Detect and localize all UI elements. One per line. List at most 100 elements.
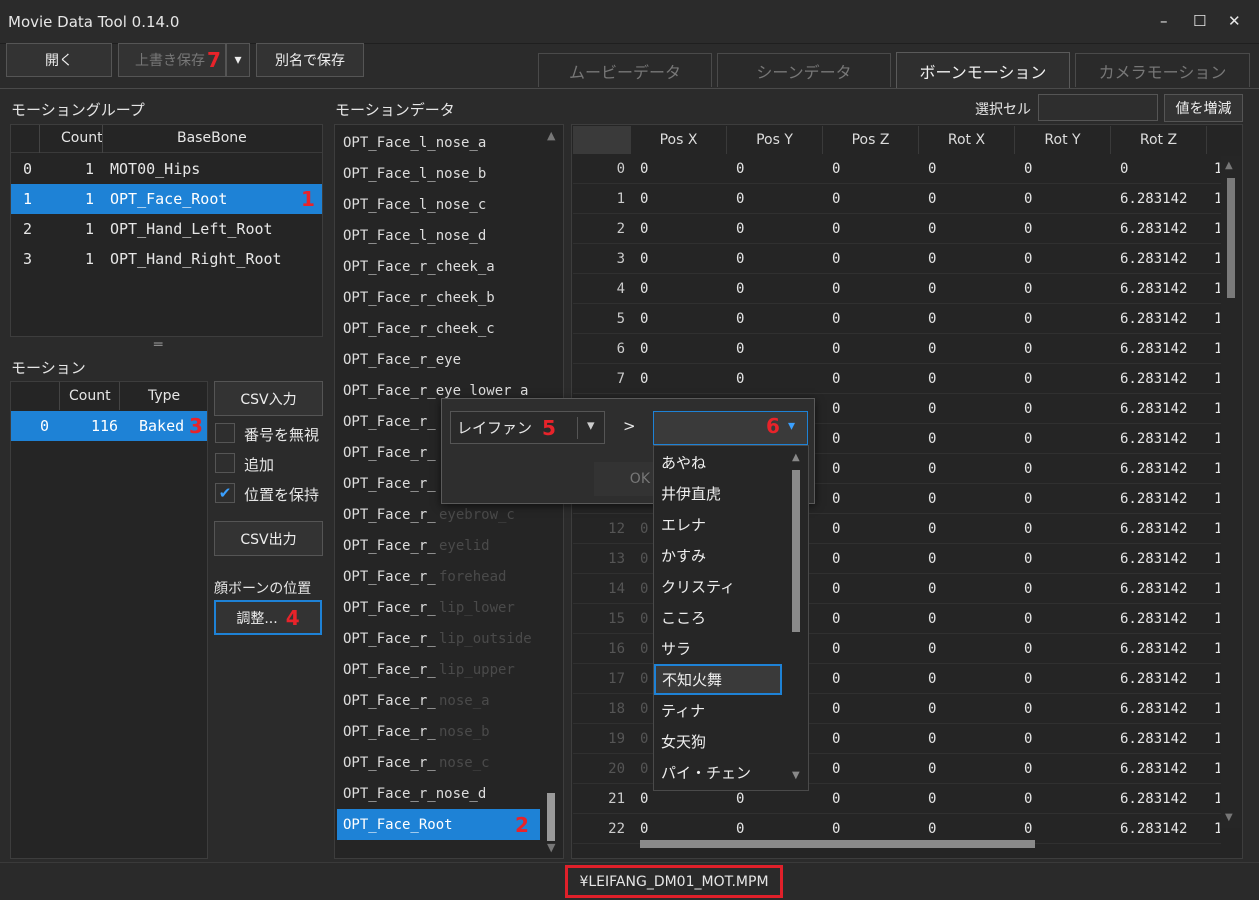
- grid-cell[interactable]: 0: [1024, 754, 1032, 784]
- scroll-up-icon[interactable]: ▲: [547, 129, 555, 142]
- grid-cell[interactable]: 0: [640, 604, 648, 634]
- grid-cell[interactable]: 0: [928, 784, 936, 814]
- dropdown-item[interactable]: ティナ: [655, 695, 791, 726]
- overwrite-save-button[interactable]: 上書き保存 7: [118, 43, 226, 77]
- grid-cell[interactable]: 0: [640, 514, 648, 544]
- grid-cell[interactable]: 0: [832, 514, 840, 544]
- target-character-select[interactable]: 6 ▾: [653, 411, 808, 445]
- grid-cell[interactable]: 0: [928, 634, 936, 664]
- grid-cell[interactable]: 0: [928, 334, 936, 364]
- grid-cell[interactable]: 1: [1214, 544, 1220, 574]
- grid-cell[interactable]: 0: [928, 754, 936, 784]
- grid-cell[interactable]: 0: [832, 214, 840, 244]
- grid-cell[interactable]: 0: [928, 184, 936, 214]
- grid-cell[interactable]: 1: [1214, 484, 1220, 514]
- tab-bone-motion[interactable]: ボーンモーション: [896, 52, 1070, 88]
- dropdown-item[interactable]: 井伊直虎: [655, 478, 791, 509]
- grid-cell[interactable]: 6.283142: [1120, 424, 1187, 454]
- grid-cell[interactable]: 0: [640, 784, 648, 814]
- table-row[interactable]: 21 0 0 0 0 0 6.283142 1: [0, 784, 1221, 814]
- column-header[interactable]: Rot Y: [1015, 126, 1111, 154]
- grid-cell[interactable]: 0: [832, 364, 840, 394]
- grid-cell[interactable]: 0: [832, 724, 840, 754]
- grid-cell[interactable]: 0: [928, 424, 936, 454]
- dropdown-item[interactable]: 女天狗: [655, 726, 791, 757]
- grid-cell[interactable]: 1: [1214, 454, 1220, 484]
- grid-cell[interactable]: 1: [1214, 724, 1220, 754]
- grid-cell[interactable]: 1: [1214, 394, 1220, 424]
- grid-cell[interactable]: 6.283142: [1120, 604, 1187, 634]
- grid-cell[interactable]: 1: [1214, 334, 1220, 364]
- grid-cell[interactable]: 0: [640, 724, 648, 754]
- grid-cell[interactable]: 6.283142: [1120, 694, 1187, 724]
- grid-cell[interactable]: 6.283142: [1120, 634, 1187, 664]
- grid-cell[interactable]: 0: [928, 454, 936, 484]
- table-row[interactable]: 2000006.2831421: [0, 754, 1221, 784]
- grid-cell[interactable]: 6.283142: [1120, 304, 1187, 334]
- grid-cell[interactable]: 0: [1120, 154, 1128, 184]
- dropdown-item[interactable]: パイ・チェン: [655, 757, 791, 788]
- source-character-select[interactable]: レイファン 5 ▾: [450, 411, 605, 444]
- grid-cell[interactable]: 0: [640, 664, 648, 694]
- grid-cell[interactable]: 6.283142: [1120, 244, 1187, 274]
- grid-cell[interactable]: 0: [832, 694, 840, 724]
- grid-cell[interactable]: 1: [1214, 364, 1220, 394]
- table-row[interactable]: 6 0 0 0 0 0 6.283142 1: [0, 334, 1221, 364]
- grid-cell[interactable]: 0: [1024, 184, 1032, 214]
- grid-cell[interactable]: 6.283142: [1120, 544, 1187, 574]
- grid-cell[interactable]: 0: [1024, 424, 1032, 454]
- save-dropdown-icon[interactable]: ▾: [226, 43, 250, 77]
- grid-cell[interactable]: 1: [1214, 274, 1220, 304]
- grid-cell[interactable]: 0: [640, 754, 648, 784]
- scroll-down-icon[interactable]: ▼: [792, 770, 800, 781]
- grid-cell[interactable]: 1: [1214, 214, 1220, 244]
- grid-cell[interactable]: 0: [640, 694, 648, 724]
- grid-cell[interactable]: 6.283142: [1120, 184, 1187, 214]
- select-cell-input[interactable]: [1038, 94, 1158, 121]
- grid-cell[interactable]: 1: [1214, 514, 1220, 544]
- dropdown-item[interactable]: サラ: [655, 633, 791, 664]
- grid-cell[interactable]: 0: [640, 274, 648, 304]
- grid-cell[interactable]: 6.283142: [1120, 814, 1187, 844]
- dropdown-item[interactable]: エレナ: [655, 509, 791, 540]
- grid-cell[interactable]: 0: [640, 244, 648, 274]
- table-row[interactable]: 2000006.2831421: [0, 214, 1221, 244]
- table-row[interactable]: 5 0 0 0 0 0 6.283142 1: [0, 304, 1221, 334]
- grid-cell[interactable]: 0: [928, 664, 936, 694]
- grid-cell[interactable]: 6.283142: [1120, 454, 1187, 484]
- grid-cell[interactable]: 0: [832, 664, 840, 694]
- grid-cell[interactable]: 0: [1024, 304, 1032, 334]
- grid-cell[interactable]: 0: [736, 244, 744, 274]
- grid-cell[interactable]: 0: [1024, 724, 1032, 754]
- column-header[interactable]: Pos X: [631, 126, 727, 154]
- grid-cell[interactable]: 0: [640, 364, 648, 394]
- grid-cell[interactable]: 1: [1214, 754, 1220, 784]
- column-header[interactable]: Rot X: [919, 126, 1015, 154]
- grid-cell[interactable]: 0: [736, 214, 744, 244]
- grid-cell[interactable]: 0: [832, 154, 840, 184]
- grid-cell[interactable]: 0: [1024, 244, 1032, 274]
- grid-cell[interactable]: 1: [1214, 634, 1220, 664]
- grid-cell[interactable]: 0: [1024, 484, 1032, 514]
- grid-cell[interactable]: 0: [1024, 514, 1032, 544]
- grid-cell[interactable]: 6.283142: [1120, 214, 1187, 244]
- grid-cell[interactable]: 1: [1214, 424, 1220, 454]
- grid-cell[interactable]: 0: [928, 244, 936, 274]
- grid-corner[interactable]: [573, 126, 631, 154]
- maximize-icon[interactable]: ☐: [1193, 12, 1206, 30]
- grid-cell[interactable]: 0: [640, 334, 648, 364]
- grid-cell[interactable]: 6.283142: [1120, 724, 1187, 754]
- grid-cell[interactable]: 1: [1214, 574, 1220, 604]
- grid-cell[interactable]: 1: [1214, 664, 1220, 694]
- grid-cell[interactable]: 1: [1214, 304, 1220, 334]
- grid-cell[interactable]: 0: [1024, 364, 1032, 394]
- grid-cell[interactable]: 6.283142: [1120, 334, 1187, 364]
- save-as-button[interactable]: 別名で保存: [256, 43, 364, 77]
- dropdown-item[interactable]: こころ: [655, 602, 791, 633]
- grid-cell[interactable]: 0: [928, 304, 936, 334]
- grid-cell[interactable]: 0: [1024, 154, 1032, 184]
- grid-cell[interactable]: 0: [736, 184, 744, 214]
- grid-cell[interactable]: 0: [832, 274, 840, 304]
- table-row[interactable]: 15 0 0 0 0 6.283142 1: [0, 604, 1221, 634]
- grid-cell[interactable]: 0: [832, 454, 840, 484]
